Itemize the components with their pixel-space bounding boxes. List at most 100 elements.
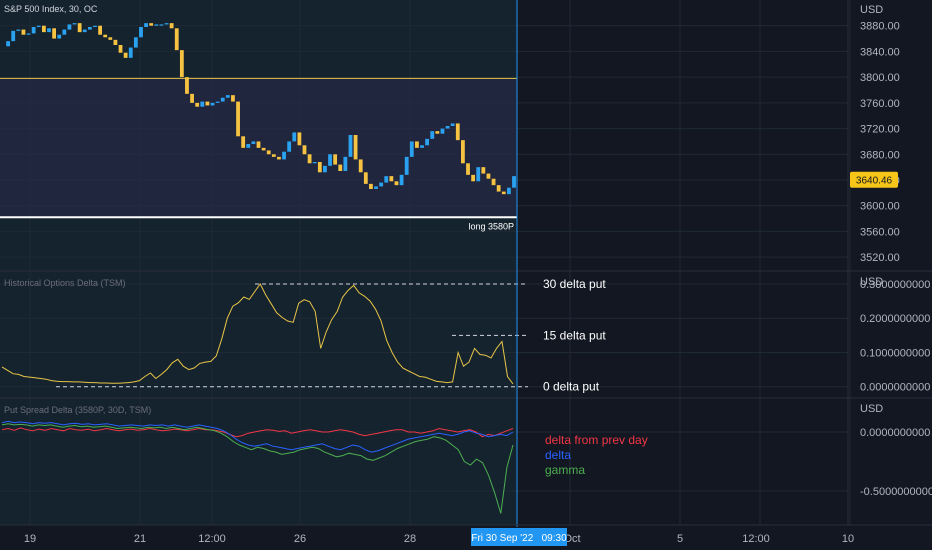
candle [87,27,92,30]
candle [461,140,465,164]
candle [261,147,266,151]
candle [496,185,501,192]
y-tick-label: 0.3000000000 [860,279,930,291]
candle [144,23,148,27]
y-tick-label: 0.0000000000 [860,382,930,394]
candle [491,178,496,186]
y-tick-label: 0.0000000000 [860,427,930,439]
candle [154,24,159,26]
candle [363,172,368,184]
candle [333,154,338,165]
candle [93,25,97,27]
candle [47,28,51,33]
legend-entry: gamma [545,463,585,477]
candle [41,25,46,33]
candle [317,162,322,173]
candle [471,174,476,182]
y-tick-label: 3800.00 [860,72,900,84]
candle [103,34,108,38]
candle [455,123,460,141]
candle [435,131,440,134]
candle [282,151,286,160]
candle [241,136,246,148]
candle [108,37,113,40]
candle [31,27,36,34]
candle [159,24,164,26]
x-tick-label: 21 [134,533,146,545]
candle [118,45,123,53]
candle [409,141,414,157]
candle [450,123,455,126]
candle [287,141,292,152]
candle [328,154,332,166]
currency-label: USD [860,4,883,16]
candle [256,141,261,148]
y-tick-label: 3840.00 [860,46,900,58]
annotation-label: 0 delta put [543,380,600,394]
candle [190,93,194,103]
candle [179,50,184,78]
currency-label: USD [860,403,883,415]
candle [128,47,133,58]
candle [200,101,205,107]
y-tick-label: 3720.00 [860,124,900,136]
y-tick-label: 0.1000000000 [860,347,930,359]
candle [404,156,409,175]
candle [425,138,430,146]
x-tick-label: 19 [24,533,36,545]
candle [205,101,210,106]
candle [394,181,399,186]
y-tick-label: 3520.00 [860,252,900,264]
y-tick-label: 3680.00 [860,149,900,161]
candle [374,186,378,189]
candle [430,131,435,139]
candle [149,23,154,26]
candle [246,144,251,148]
candle [343,156,348,171]
candle [11,30,16,42]
candle [82,29,87,33]
candle [506,187,511,195]
candle [36,25,41,27]
candle [174,28,179,51]
candle [251,141,256,144]
candle [389,176,394,182]
y-tick-label: 3560.00 [860,226,900,238]
chart-canvas[interactable]: long 3580P S&P 500 Index, 30, OC Histori… [0,0,932,550]
y-tick-label: 3600.00 [860,201,900,213]
candle [369,183,373,189]
legend-entry: delta [545,448,571,462]
candle [445,126,450,129]
y-tick-label: -0.5000000000 [860,486,932,498]
candle [476,167,481,182]
candle [215,101,220,103]
candle [512,176,516,188]
candle [481,167,486,174]
candle [271,154,276,157]
candle [501,191,506,195]
candle [16,29,21,31]
candle [21,29,26,35]
candle [57,34,62,39]
candle [440,128,445,134]
candle [26,33,31,35]
candle [72,23,77,25]
delta-pane-title: Historical Options Delta (TSM) [4,278,126,288]
candle [297,132,302,146]
spread-pane-title: Put Spread Delta (3580P, 30D, TSM) [4,405,151,415]
candle [358,159,363,173]
candle [348,135,353,157]
candle [338,164,343,171]
strike-level-label: long 3580P [468,221,514,231]
candle [210,102,215,106]
svg-text:Fri 30 Sep '22 09:30: Fri 30 Sep '22 09:30 [471,533,567,544]
candle [185,77,189,94]
candle [231,95,235,102]
annotation-label: 30 delta put [543,277,606,291]
candle [323,165,327,173]
x-tick-label: 12:00 [742,533,770,545]
legend-entry: delta from prev day [545,433,648,447]
candle [133,37,138,48]
y-tick-label: 3880.00 [860,21,900,33]
candle [6,41,11,47]
